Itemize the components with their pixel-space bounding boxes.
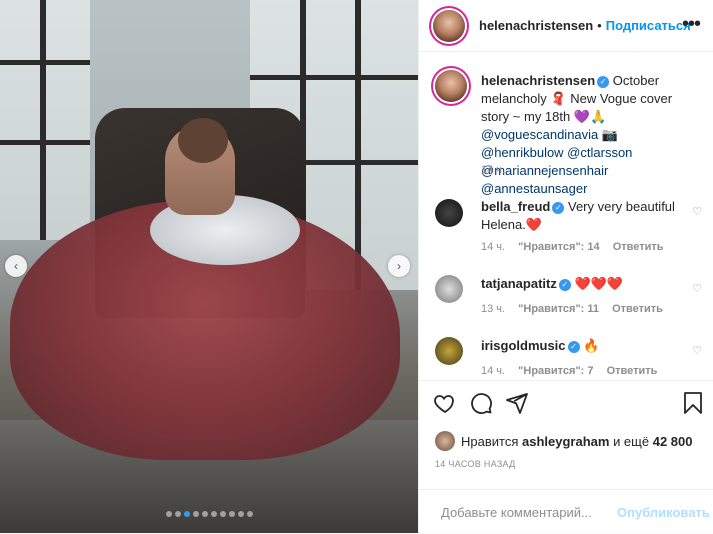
comment-meta: 14 ч. "Нравится": 7 Ответить: [481, 365, 658, 377]
heart-icon[interactable]: [433, 391, 457, 415]
carousel-dot: [237, 511, 244, 517]
verified-icon: ✓: [567, 340, 580, 353]
post-photo[interactable]: ‹ ›: [0, 0, 418, 533]
share-icon[interactable]: [505, 391, 529, 415]
likes-summary: Нравится ashleygraham и ещё 42 800: [435, 431, 692, 451]
add-comment-box: Опубликовать: [419, 489, 713, 534]
comment-icon[interactable]: [469, 391, 493, 415]
comment: irisgoldmusic ✓ 🔥: [481, 338, 600, 353]
carousel-dot: [183, 511, 190, 517]
comment-avatar[interactable]: [435, 275, 463, 303]
carousel-dot: [246, 511, 253, 517]
caption-time: 14 ч.: [481, 164, 506, 176]
avatar[interactable]: [433, 9, 465, 42]
bookmark-icon[interactable]: [681, 391, 705, 415]
publish-button[interactable]: Опубликовать: [617, 505, 710, 520]
carousel-dot: [165, 511, 172, 517]
carousel-dot: [210, 511, 217, 517]
likes-count[interactable]: 42 800: [653, 434, 693, 449]
header-username[interactable]: helenachristensen: [479, 18, 593, 33]
caption-avatar[interactable]: [435, 70, 467, 102]
verified-icon: ✓: [558, 278, 571, 291]
reply-button[interactable]: Ответить: [607, 365, 658, 377]
comment-avatar[interactable]: [435, 337, 463, 365]
verified-icon: ✓: [597, 75, 610, 88]
reply-button[interactable]: Ответить: [613, 241, 664, 253]
post-actions: Нравится ashleygraham и ещё 42 800 14 ЧА…: [419, 380, 713, 533]
mention-link[interactable]: @voguescandinavia: [481, 127, 598, 142]
caption-username[interactable]: helenachristensen: [481, 73, 595, 88]
carousel-dots: [0, 511, 418, 517]
comment-avatar[interactable]: [435, 199, 463, 227]
comment: tatjanapatitz ✓ ❤️❤️❤️: [481, 276, 624, 291]
instagram-post: ‹ › helenachristensen • Подписаться ••• …: [0, 0, 713, 533]
comment-like-icon[interactable]: ♡: [692, 282, 702, 295]
follow-button[interactable]: Подписаться: [606, 18, 691, 33]
comments-list: helenachristensen ✓ October melancholy 🧣 …: [419, 52, 713, 380]
liker-avatar[interactable]: [435, 431, 455, 451]
post-details-panel: helenachristensen • Подписаться ••• hele…: [418, 0, 713, 533]
comment-input[interactable]: [441, 504, 617, 520]
carousel-dot: [192, 511, 199, 517]
comment-like-icon[interactable]: ♡: [692, 344, 702, 357]
caption-text: helenachristensen ✓ October melancholy 🧣 …: [481, 73, 673, 196]
reply-button[interactable]: Ответить: [612, 303, 663, 315]
carousel-dot: [201, 511, 208, 517]
liker-username[interactable]: ashleygraham: [522, 434, 609, 449]
carousel-prev-button[interactable]: ‹: [5, 255, 27, 277]
comment-like-icon[interactable]: ♡: [692, 205, 702, 218]
more-horizontal-icon[interactable]: •••: [682, 13, 701, 36]
comment-meta: 14 ч. "Нравится": 14 Ответить: [481, 241, 664, 253]
carousel-dot: [174, 511, 181, 517]
comment-meta: 13 ч. "Нравится": 11 Ответить: [481, 303, 663, 315]
carousel-next-button[interactable]: ›: [388, 255, 410, 277]
post-time: 14 ЧАСОВ НАЗАД: [435, 459, 516, 469]
verified-icon: ✓: [552, 201, 565, 214]
post-header: helenachristensen • Подписаться •••: [419, 0, 713, 52]
carousel-dot: [219, 511, 226, 517]
carousel-dot: [228, 511, 235, 517]
comment: bella_freud ✓ Very very beautiful Helena.…: [481, 199, 675, 232]
